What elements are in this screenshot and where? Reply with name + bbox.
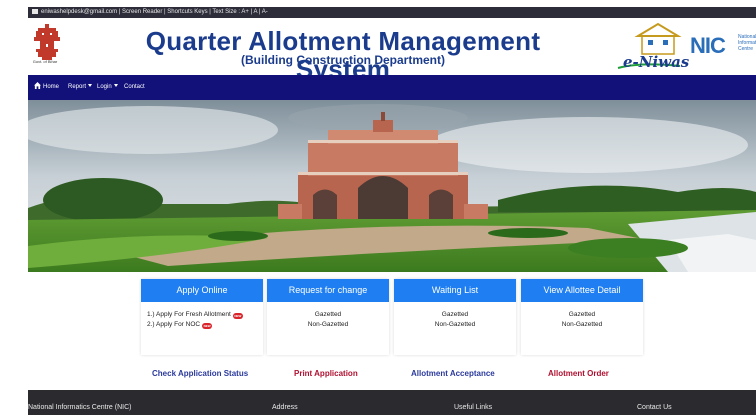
top-utility-text[interactable]: eniwashelpdesk@gmail.com | Screen Reader… [41, 9, 268, 15]
footer-address-heading: Address [272, 404, 298, 411]
print-application-link[interactable]: Print Application [294, 369, 358, 378]
home-icon [34, 82, 41, 89]
nav-login[interactable]: Login [97, 75, 118, 100]
allotment-order-link[interactable]: Allotment Order [548, 369, 609, 378]
view-allottee-gazetted-link[interactable]: Gazetted [521, 310, 643, 320]
emblem-caption: Govt. of Bihar [32, 59, 58, 64]
view-allottee-nongazetted-link[interactable]: Non-Gazetted [521, 320, 643, 330]
card-apply-online-title[interactable]: Apply Online [141, 279, 263, 302]
card-waiting-list-title[interactable]: Waiting List [394, 279, 516, 302]
top-utility-bar: eniwashelpdesk@gmail.com | Screen Reader… [28, 7, 756, 18]
nav-report[interactable]: Report [68, 75, 93, 100]
card-view-allottee-title[interactable]: View Allottee Detail [521, 279, 643, 302]
nav-contact-label: Contact [124, 84, 145, 90]
footer-useful-links-heading: Useful Links [454, 404, 493, 411]
card-apply-online-body: 1.) Apply For Fresh Allotment NEW 2.) App… [141, 302, 263, 330]
card-request-change-title[interactable]: Request for change [267, 279, 389, 302]
apply-noc-link[interactable]: 2.) Apply For NOC [147, 321, 200, 328]
allotment-acceptance-link[interactable]: Allotment Acceptance [411, 369, 495, 378]
card-view-allottee-body: Gazetted Non-Gazetted [521, 302, 643, 330]
nav-home-label: Home [43, 84, 60, 90]
apply-fresh-allotment-link[interactable]: 1.) Apply For Fresh Allotment [147, 311, 231, 318]
nav-home[interactable]: Home [34, 75, 59, 100]
chevron-down-icon [113, 84, 118, 87]
main-nav: Home Report Login Contact [28, 75, 756, 100]
list-item[interactable]: 2.) Apply For NOC NEW [147, 320, 263, 330]
footer-nic-heading: National Informatics Centre (NIC) [28, 404, 132, 411]
footer-contact-heading: Contact Us [637, 404, 672, 411]
site-footer [28, 390, 756, 415]
check-application-status-link[interactable]: Check Application Status [152, 369, 248, 378]
nav-login-label: Login [97, 84, 112, 90]
mail-icon [32, 9, 38, 14]
eniwas-logo-text: e-Niwas [623, 53, 690, 71]
card-waiting-list-body: Gazetted Non-Gazetted [394, 302, 516, 330]
card-waiting-list: Waiting List Gazetted Non-Gazetted [394, 279, 516, 355]
nic-logo: NIC [690, 33, 726, 58]
hero-image [28, 100, 756, 272]
card-request-change: Request for change Gazetted Non-Gazetted [267, 279, 389, 355]
nav-report-label: Report [68, 84, 87, 90]
waiting-list-nongazetted-link[interactable]: Non-Gazetted [394, 320, 516, 330]
site-header: Govt. of Bihar Quarter Allotment Managem… [28, 18, 756, 83]
card-view-allottee: View Allottee Detail Gazetted Non-Gazett… [521, 279, 643, 355]
request-change-gazetted-link[interactable]: Gazetted [267, 310, 389, 320]
list-item[interactable]: 1.) Apply For Fresh Allotment NEW [147, 310, 263, 320]
request-change-nongazetted-link[interactable]: Non-Gazetted [267, 320, 389, 330]
chevron-down-icon [88, 84, 93, 87]
new-badge-icon: NEW [202, 323, 213, 329]
page-subtitle: (Building Construction Department) [241, 53, 445, 67]
nav-contact[interactable]: Contact [124, 75, 145, 100]
nic-logo-subtext: National Informatics Centre [738, 34, 756, 52]
card-request-change-body: Gazetted Non-Gazetted [267, 302, 389, 330]
waiting-list-gazetted-link[interactable]: Gazetted [394, 310, 516, 320]
card-apply-online: Apply Online 1.) Apply For Fresh Allotme… [141, 279, 263, 355]
new-badge-icon: NEW [232, 313, 243, 319]
